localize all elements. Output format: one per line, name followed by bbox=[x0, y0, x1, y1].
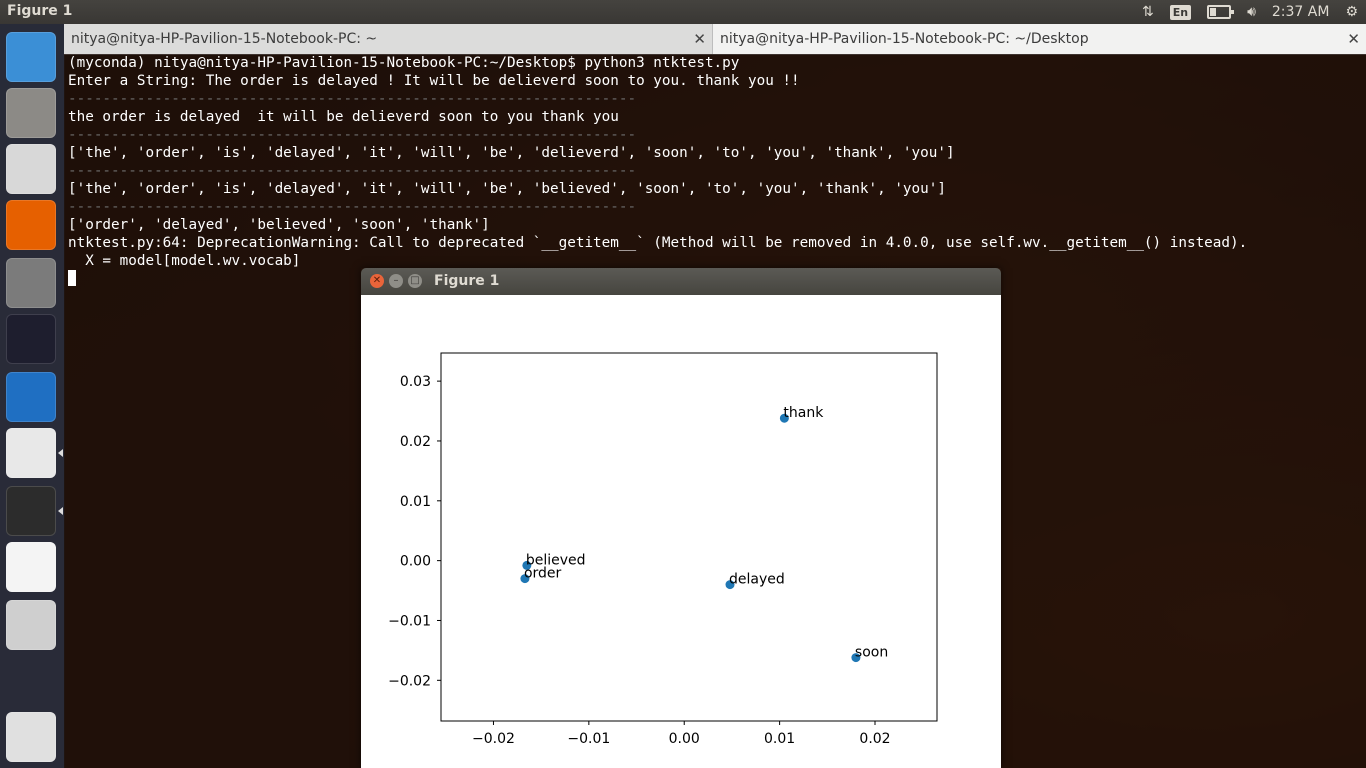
keyboard-layout-label: En bbox=[1169, 4, 1192, 20]
top-panel: Figure 1 ⇅ En 🔊︎ 2:37 AM ⚙ bbox=[0, 0, 1366, 24]
files-icon[interactable] bbox=[6, 88, 56, 138]
tab-label: nitya@nitya-HP-Pavilion-15-Notebook-PC: … bbox=[71, 31, 378, 47]
text-editor-icon[interactable] bbox=[6, 428, 56, 478]
terminal-line: X = model[model.wv.vocab] bbox=[68, 253, 301, 269]
maximize-icon[interactable]: □ bbox=[408, 274, 422, 288]
point-label: delayed bbox=[729, 572, 785, 588]
terminal-icon[interactable] bbox=[6, 486, 56, 536]
network-icon[interactable]: ⇅ bbox=[1142, 4, 1154, 20]
clock[interactable]: 2:37 AM bbox=[1272, 4, 1330, 20]
terminal-cursor bbox=[68, 270, 76, 286]
volume-icon[interactable]: 🔊︎ bbox=[1247, 4, 1256, 20]
close-icon[interactable]: ✕ bbox=[693, 30, 706, 48]
terminal-tab-active[interactable]: nitya@nitya-HP-Pavilion-15-Notebook-PC: … bbox=[713, 24, 1366, 54]
terminal-line: Enter a String: The order is delayed ! I… bbox=[68, 73, 800, 89]
mindmap-icon[interactable] bbox=[6, 542, 56, 592]
launcher bbox=[0, 24, 65, 768]
firefox-icon[interactable] bbox=[6, 200, 56, 250]
separator-line: ----------------------------------------… bbox=[68, 199, 637, 215]
y-tick-label: 0.01 bbox=[400, 494, 431, 510]
tab-label: nitya@nitya-HP-Pavilion-15-Notebook-PC: … bbox=[720, 31, 1089, 47]
ubuntu-dash-icon[interactable] bbox=[6, 32, 56, 82]
system-tray: ⇅ En 🔊︎ 2:37 AM ⚙ bbox=[1134, 0, 1366, 24]
figure-titlebar[interactable]: ✕ – □ Figure 1 bbox=[361, 268, 1001, 295]
y-tick-label: 0.02 bbox=[400, 434, 431, 450]
separator-line: ----------------------------------------… bbox=[68, 91, 637, 107]
terminal-line: ['order', 'delayed', 'believed', 'soon',… bbox=[68, 217, 490, 233]
system-settings-icon[interactable] bbox=[6, 258, 56, 308]
battery-icon[interactable] bbox=[1207, 5, 1235, 19]
x-tick-label: 0.02 bbox=[859, 731, 890, 747]
pycharm-icon[interactable] bbox=[6, 314, 56, 364]
terminal-line: ['the', 'order', 'is', 'delayed', 'it', … bbox=[68, 181, 946, 197]
y-tick-label: −0.01 bbox=[388, 613, 431, 629]
figure-window[interactable]: ✕ – □ Figure 1 −0.02 −0.01 0.00 0.01 0.02 0.0… bbox=[361, 268, 1001, 768]
running-indicator bbox=[58, 449, 63, 457]
x-tick-label: −0.02 bbox=[472, 731, 515, 747]
chrome-icon[interactable] bbox=[6, 144, 56, 194]
minimize-icon[interactable]: – bbox=[389, 274, 403, 288]
plot-frame bbox=[440, 352, 938, 722]
terminal-tab-bar: nitya@nitya-HP-Pavilion-15-Notebook-PC: … bbox=[64, 24, 1366, 55]
trash-icon[interactable] bbox=[6, 712, 56, 762]
y-tick-label: 0.00 bbox=[400, 554, 431, 570]
figure-canvas[interactable]: −0.02 −0.01 0.00 0.01 0.02 0.03 0.02 0.01 0.00 −0… bbox=[361, 295, 1001, 768]
running-indicator bbox=[58, 507, 63, 515]
point-label: thank bbox=[783, 405, 824, 421]
keyboard-layout-indicator[interactable]: En bbox=[1169, 4, 1192, 20]
x-tick-label: 0.00 bbox=[669, 731, 700, 747]
point-label: soon bbox=[855, 645, 888, 661]
gear-icon[interactable]: ⚙ bbox=[1345, 4, 1358, 20]
vscode-icon[interactable] bbox=[6, 372, 56, 422]
separator-line: ----------------------------------------… bbox=[68, 127, 637, 143]
scatter-plot: −0.02 −0.01 0.00 0.01 0.02 0.03 0.02 0.01 0.00 −0… bbox=[388, 352, 938, 747]
x-tick-label: 0.01 bbox=[764, 731, 795, 747]
separator-line: ----------------------------------------… bbox=[68, 163, 637, 179]
x-tick-label: −0.01 bbox=[567, 731, 610, 747]
terminal-line: ntktest.py:64: DeprecationWarning: Call … bbox=[68, 235, 1248, 251]
y-tick-label: 0.03 bbox=[400, 374, 431, 390]
terminal-tab[interactable]: nitya@nitya-HP-Pavilion-15-Notebook-PC: … bbox=[64, 24, 713, 54]
terminal-line: the order is delayed it will be deliever… bbox=[68, 109, 619, 125]
y-tick-label: −0.02 bbox=[388, 673, 431, 689]
terminal-line: ['the', 'order', 'is', 'delayed', 'it', … bbox=[68, 145, 955, 161]
close-icon[interactable]: ✕ bbox=[1347, 30, 1360, 48]
close-icon[interactable]: ✕ bbox=[370, 274, 384, 288]
point-label: order bbox=[524, 566, 562, 582]
figure-title: Figure 1 bbox=[434, 273, 500, 289]
terminal-line: (myconda) nitya@nitya-HP-Pavilion-15-Not… bbox=[68, 55, 740, 71]
active-window-title: Figure 1 bbox=[7, 3, 73, 19]
disk-icon[interactable] bbox=[6, 600, 56, 650]
